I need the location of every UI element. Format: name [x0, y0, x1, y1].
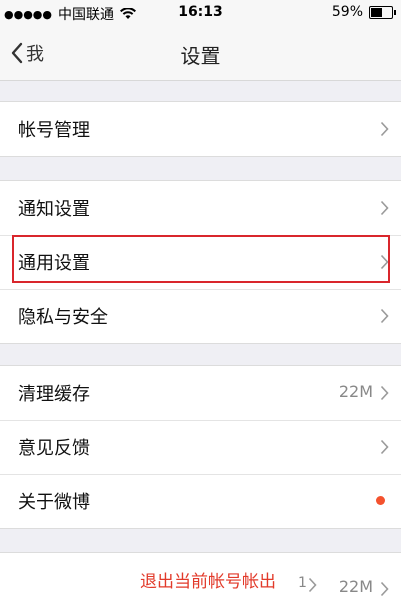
battery-percent: 59%	[331, 4, 363, 20]
row-general-settings[interactable]: 通用设置	[0, 235, 401, 289]
row-clear-cache[interactable]: 清理缓存 22M	[0, 366, 401, 420]
battery-icon	[369, 5, 396, 19]
row-privacy-security[interactable]: 隐私与安全	[0, 289, 401, 343]
status-bar: ●●●●● 中国联通 16:13 59%	[0, 0, 401, 26]
row-about-weibo[interactable]: 关于微博	[0, 474, 401, 528]
overlap-text: 1	[298, 575, 307, 591]
section-misc: 清理缓存 22M 意见反馈 关于微博	[0, 365, 401, 529]
logout-button[interactable]: 退出当前帐号帐出	[140, 567, 276, 592]
row-label: 关于微博	[18, 492, 90, 513]
chevron-right-icon	[380, 254, 389, 270]
chevron-right-icon	[308, 577, 317, 593]
row-feedback[interactable]: 意见反馈	[0, 420, 401, 474]
chevron-right-icon	[380, 200, 389, 216]
logout-row[interactable]: 退出当前帐号帐出 1 22M	[0, 552, 401, 604]
chevron-right-icon	[380, 308, 389, 324]
chevron-right-icon	[380, 439, 389, 455]
navigation-bar: 我 设置	[0, 26, 401, 81]
row-label: 帐号管理	[18, 120, 90, 141]
chevron-right-icon	[380, 121, 389, 137]
status-right: 59%	[331, 4, 396, 20]
row-account-management[interactable]: 帐号管理	[0, 102, 401, 156]
overlap-value: 22M	[338, 577, 373, 596]
cache-size-value: 22M	[338, 382, 373, 401]
row-label: 通知设置	[18, 199, 90, 220]
chevron-right-icon	[380, 385, 389, 401]
chevron-right-icon	[380, 581, 389, 597]
row-notification-settings[interactable]: 通知设置	[0, 181, 401, 235]
row-label: 清理缓存	[18, 384, 90, 405]
section-account: 帐号管理	[0, 101, 401, 157]
row-label: 通用设置	[18, 253, 90, 274]
section-settings: 通知设置 通用设置 隐私与安全	[0, 180, 401, 344]
row-label: 意见反馈	[18, 438, 90, 459]
page-title: 设置	[180, 44, 221, 68]
new-badge-dot	[376, 496, 385, 505]
row-label: 隐私与安全	[18, 307, 108, 328]
battery-fill	[371, 7, 383, 17]
